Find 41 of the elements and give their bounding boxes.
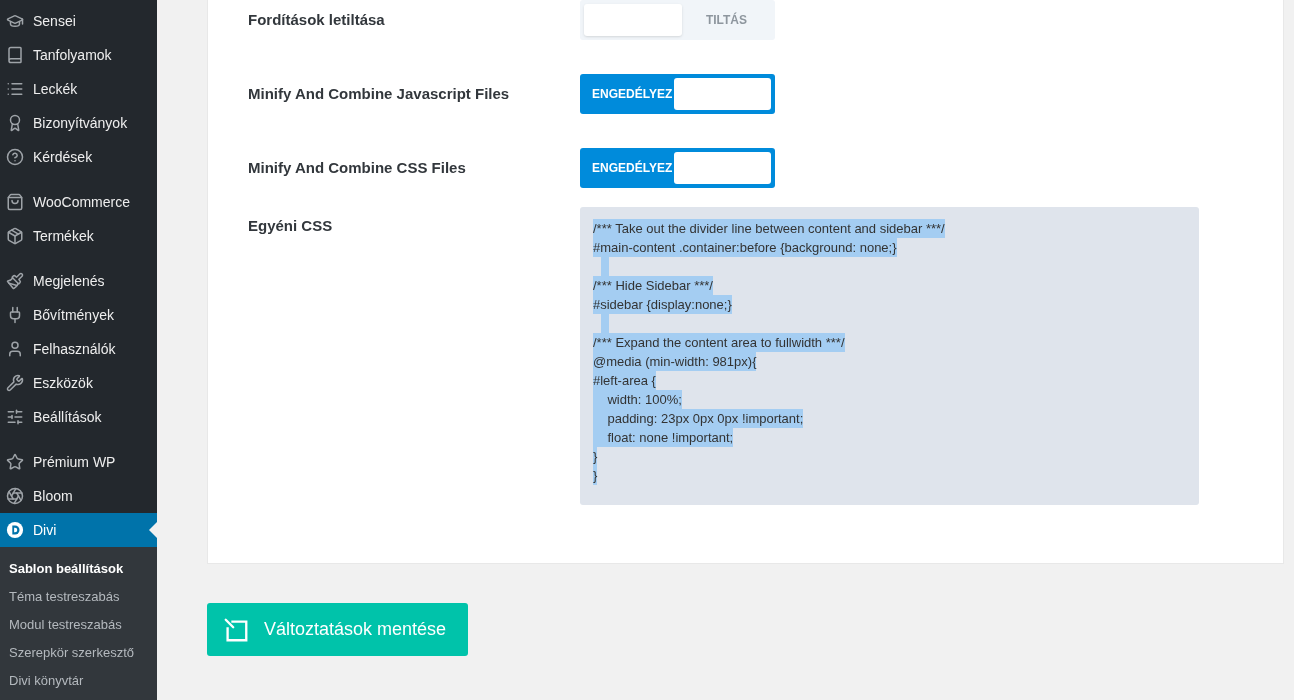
submenu-item[interactable]: Sablon beállítások [0, 555, 157, 583]
brush-icon [6, 272, 24, 290]
star-icon [6, 453, 24, 471]
toggle-switch[interactable]: ENGEDÉLYEZ [580, 148, 775, 188]
menu-item[interactable]: Felhasználók [0, 332, 157, 366]
sliders-icon [6, 408, 24, 426]
submenu-item[interactable]: Divi könyvtár [0, 667, 157, 695]
setting-label: Minify And Combine CSS Files [248, 157, 467, 178]
bag-icon [6, 193, 24, 211]
setting-label: Egyéni CSS [248, 216, 334, 236]
setting-label: Fordítások letiltása [248, 9, 386, 30]
aperture-icon [6, 487, 24, 505]
toggle-switch[interactable]: ENGEDÉLYEZ [580, 74, 775, 114]
menu-item[interactable]: Eszközök [0, 366, 157, 400]
setting-label: Minify And Combine Javascript Files [248, 83, 511, 104]
box-icon [6, 227, 24, 245]
submenu-item[interactable]: Modul testreszabás [0, 611, 157, 639]
menu-item[interactable]: Prémium WP [0, 445, 157, 479]
menu-item[interactable]: Bloom [0, 479, 157, 513]
menu-item[interactable]: Beállítások [0, 400, 157, 434]
menu-item[interactable]: Divi [0, 513, 157, 547]
code-field[interactable]: /*** Take out the divider line between content and sidebar ***/ #main-content .container:before {background: none;} /*** Hide Sidebar ***/ #sidebar {display:none;} /*** Expand the content area to fullwidth ***/ @media (min-width: 981px){ #left-area { width: 100%; padding: 23px 0px 0px !important; float: none !important; } } [580, 207, 1199, 505]
help-icon [6, 148, 24, 166]
pointer-icon [149, 522, 157, 538]
graduation-cap-icon [6, 12, 24, 30]
menu-item[interactable]: Termékek [0, 219, 157, 253]
book-icon [6, 46, 24, 64]
menu-item[interactable]: Kérdések [0, 140, 157, 174]
menu-item[interactable]: Leckék [0, 72, 157, 106]
submenu-item[interactable]: Szerepkör szerkesztő [0, 639, 157, 667]
menu-item[interactable]: Bővítmények [0, 298, 157, 332]
menu-item[interactable]: Tanfolyamok [0, 38, 157, 72]
menu-item[interactable]: Megjelenés [0, 264, 157, 298]
menu-item[interactable]: Bizonyítványok [0, 106, 157, 140]
menu-item[interactable]: Sensei [0, 4, 157, 38]
d-logo-icon [6, 521, 24, 539]
menu-item[interactable]: WooCommerce [0, 185, 157, 219]
submenu-item[interactable]: Téma testreszabás [0, 583, 157, 611]
list-icon [6, 80, 24, 98]
wrench-icon [6, 374, 24, 392]
user-icon [6, 340, 24, 358]
